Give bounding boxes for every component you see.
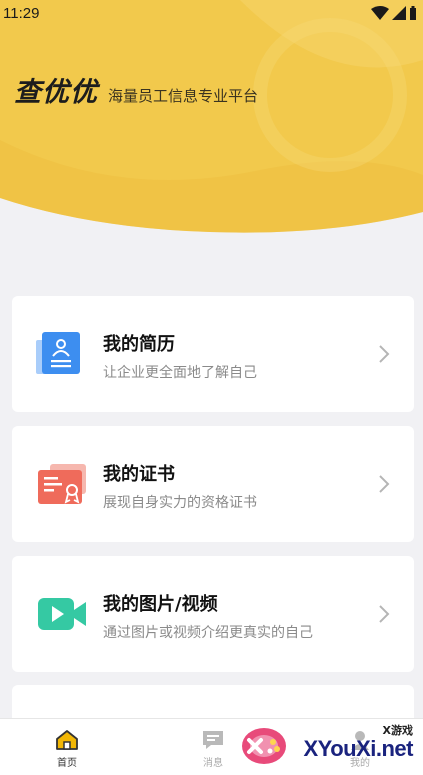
chevron-right-icon xyxy=(379,605,390,623)
status-icons xyxy=(371,6,417,20)
certificate-icon xyxy=(38,464,86,504)
card-description: 展现自身实力的资格证书 xyxy=(103,495,257,511)
card-description: 通过图片或视频介绍更真实的自己 xyxy=(103,625,313,641)
tab-home[interactable]: 首页 xyxy=(37,729,97,769)
brand: 查优优 海量员工信息专业平台 xyxy=(14,70,258,109)
card-description: 让企业更全面地了解自己 xyxy=(103,365,257,381)
home-icon xyxy=(56,730,78,750)
video-icon xyxy=(38,598,86,630)
media-card[interactable]: 我的图片/视频 通过图片或视频介绍更真实的自己 xyxy=(12,556,414,672)
message-icon xyxy=(203,731,223,749)
card-title: 我的简历 xyxy=(103,334,175,355)
wifi-icon xyxy=(371,6,389,20)
tab-home-label: 首页 xyxy=(57,758,77,769)
status-time: 11:29 xyxy=(3,5,40,22)
watermark: X游戏 XYouXi.net xyxy=(239,718,417,772)
gamepad-logo-icon xyxy=(242,728,286,764)
resume-card[interactable]: 我的简历 让企业更全面地了解自己 xyxy=(12,296,414,412)
certificate-card[interactable]: 我的证书 展现自身实力的资格证书 xyxy=(12,426,414,542)
status-bar: 11:29 xyxy=(0,0,423,30)
signal-icon xyxy=(392,6,406,20)
battery-icon xyxy=(410,6,416,20)
tab-messages[interactable]: 消息 xyxy=(183,729,243,769)
chevron-right-icon xyxy=(379,475,390,493)
watermark-main-text: XYouXi.net xyxy=(303,736,414,761)
header-background xyxy=(0,0,423,240)
card-title: 我的图片/视频 xyxy=(103,594,218,615)
resume-icon xyxy=(36,332,80,374)
brand-name: 查优优 xyxy=(14,77,98,108)
tab-messages-label: 消息 xyxy=(203,758,223,769)
brand-slogan: 海量员工信息专业平台 xyxy=(108,87,259,105)
card-title: 我的证书 xyxy=(103,464,175,485)
chevron-right-icon xyxy=(379,345,390,363)
